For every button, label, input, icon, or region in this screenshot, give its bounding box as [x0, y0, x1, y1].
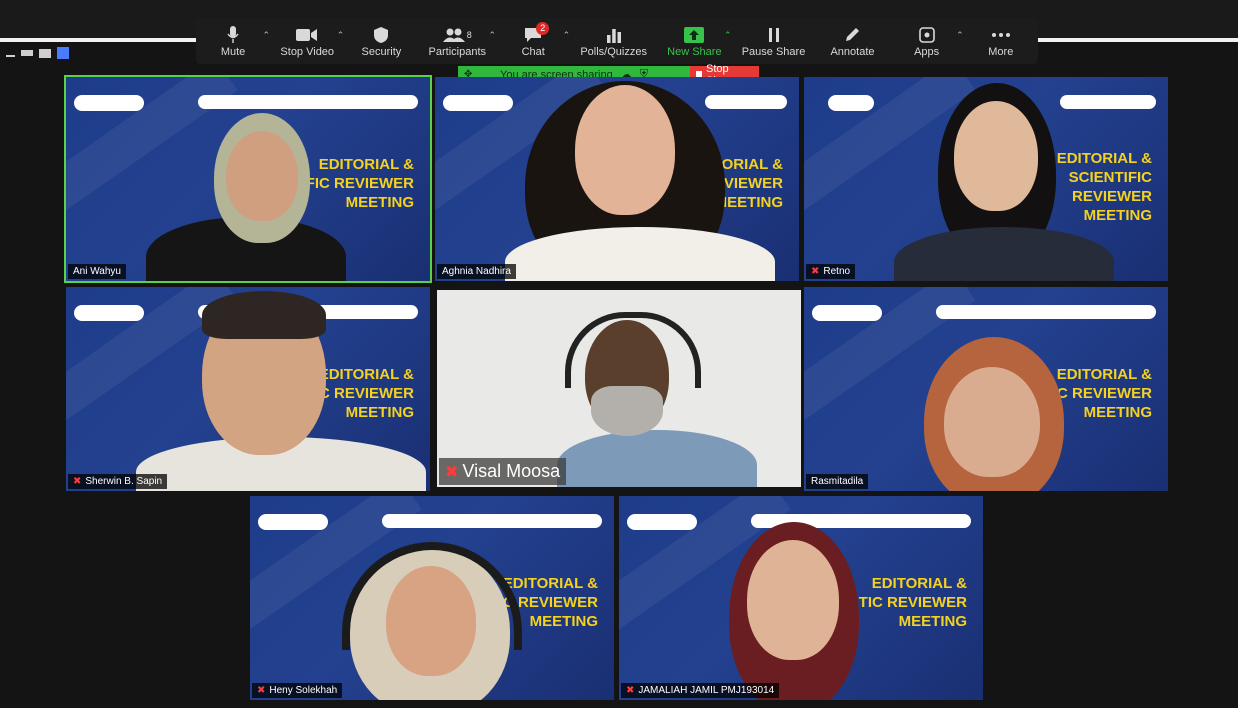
chevron-up-icon[interactable]: ⌃	[488, 30, 496, 41]
share-screen-icon	[684, 24, 705, 46]
meeting-toolbar: Mute ⌃ Stop Video ⌃ Security 8 Participa…	[196, 18, 1038, 64]
supporter-logos	[1060, 95, 1156, 109]
meeting-title: EDITORIAL & FIC REVIEWER MEETING	[305, 156, 414, 211]
new-share-button[interactable]: New Share ⌃	[667, 24, 732, 58]
shield-icon	[373, 24, 389, 46]
video-tile[interactable]: EDITORIAL & FIC REVIEWER MEETING Aghnia …	[435, 77, 799, 281]
participant-name-text: Sherwin B. Sapin	[85, 476, 163, 487]
video-tile[interactable]: EDITORIAL & TIC REVIEWER MEETING ✖ Heny …	[250, 496, 614, 700]
video-tile[interactable]: EDITORIAL & TIC REVIEWER MEETING ✖ JAMAL…	[619, 496, 983, 700]
view-controls[interactable]	[6, 47, 69, 59]
supporter-logos	[705, 95, 787, 109]
new-share-label: New Share	[667, 46, 722, 58]
participants-button[interactable]: 8 Participants ⌃	[428, 24, 496, 58]
participant-name: ✖ Heny Solekhah	[252, 683, 343, 698]
annotate-label: Annotate	[830, 46, 875, 58]
minimize-icon[interactable]	[6, 55, 15, 57]
security-label: Security	[361, 46, 402, 58]
strip-view-icon[interactable]	[21, 50, 33, 56]
pause-icon	[768, 24, 780, 46]
headphones-icon	[342, 542, 522, 650]
participant-name-text: JAMALIAH JAMIL PMJ193014	[638, 685, 775, 696]
video-tile[interactable]: EDITORIAL & SCIENTIFIC REVIEWER MEETING …	[804, 77, 1168, 281]
supporter-logos	[936, 305, 1156, 319]
mute-label: Mute	[220, 46, 246, 58]
video-camera-icon	[296, 24, 318, 46]
participant-name: Ani Wahyu	[68, 264, 126, 279]
gallery-view-icon[interactable]	[57, 47, 69, 59]
more-button[interactable]: More	[974, 24, 1028, 58]
chevron-up-icon[interactable]: ⌃	[563, 30, 571, 41]
muted-microphone-icon: ✖	[257, 685, 266, 696]
organizer-logo	[74, 305, 144, 321]
organizer-logo	[74, 95, 144, 111]
muted-microphone-icon: ✖	[73, 476, 82, 487]
pencil-icon	[844, 24, 860, 46]
participant-name-text: Visal Moosa	[462, 461, 561, 481]
muted-microphone-icon: ✖	[626, 685, 635, 696]
chevron-up-icon[interactable]: ⌃	[956, 30, 964, 41]
video-tile[interactable]: EDITORIAL & FIC REVIEWER MEETING ✖ Sherw…	[66, 287, 430, 491]
organizer-logo	[258, 514, 328, 530]
participant-name: ✖ Sherwin B. Sapin	[68, 474, 168, 489]
organizer-logo	[627, 514, 697, 530]
video-tile[interactable]: EDITORIAL & FIC REVIEWER MEETING Ani Wah…	[64, 75, 432, 283]
participant-name-text: Rasmitadila	[811, 476, 864, 487]
meeting-title: EDITORIAL & SCIENTIFIC REVIEWER MEETING	[1056, 150, 1152, 224]
annotate-button[interactable]: Annotate	[825, 24, 879, 58]
apps-label: Apps	[914, 46, 940, 58]
muted-microphone-icon: ✖	[811, 266, 820, 277]
headphones-icon	[565, 312, 701, 388]
security-button[interactable]: Security	[354, 24, 408, 58]
chevron-up-icon[interactable]: ⌃	[337, 30, 345, 41]
supporter-logos	[382, 514, 602, 528]
organizer-logo	[812, 305, 882, 321]
organizer-logo	[828, 95, 874, 111]
polls-button[interactable]: Polls/Quizzes	[580, 24, 647, 58]
more-label: More	[988, 46, 1014, 58]
stop-video-button[interactable]: Stop Video ⌃	[280, 24, 344, 58]
participant-name-text: Retno	[823, 266, 851, 277]
mute-button[interactable]: Mute ⌃	[206, 24, 270, 58]
chevron-up-icon[interactable]: ⌃	[263, 30, 271, 41]
muted-microphone-icon: ✖	[445, 463, 459, 481]
ellipsis-icon	[991, 24, 1011, 46]
participant-name: ✖ Visal Moosa	[439, 458, 567, 485]
bar-chart-icon	[606, 24, 622, 46]
stop-video-label: Stop Video	[280, 46, 335, 58]
polls-label: Polls/Quizzes	[580, 46, 647, 58]
participants-label: Participants	[428, 46, 487, 58]
chevron-up-icon[interactable]: ⌃	[724, 30, 732, 41]
supporter-logos	[198, 95, 418, 109]
participant-name-text: Ani Wahyu	[73, 266, 121, 277]
participant-name: ✖ Retno	[806, 264, 856, 279]
chat-badge: 2	[536, 22, 550, 35]
pause-share-button[interactable]: Pause Share	[741, 24, 806, 58]
video-tile[interactable]: ✖ Visal Moosa	[437, 290, 801, 487]
participants-icon: 8	[442, 24, 472, 46]
participant-name: ✖ JAMALIAH JAMIL PMJ193014	[621, 683, 780, 698]
chat-label: Chat	[521, 46, 545, 58]
participant-count: 8	[466, 30, 472, 40]
video-tile[interactable]: EDITORIAL & TIC REVIEWER MEETING Rasmita…	[804, 287, 1168, 491]
participant-name: Rasmitadila	[806, 474, 869, 489]
pause-share-label: Pause Share	[741, 46, 806, 58]
speaker-view-icon[interactable]	[39, 48, 51, 58]
participant-name: Aghnia Nadhira	[437, 264, 516, 279]
organizer-logo	[443, 95, 513, 111]
participant-name-text: Heny Solekhah	[269, 685, 338, 696]
microphone-icon	[226, 24, 240, 46]
participant-name-text: Aghnia Nadhira	[442, 266, 511, 277]
apps-button[interactable]: Apps ⌃	[900, 24, 964, 58]
apps-icon	[918, 24, 935, 46]
chat-button[interactable]: 2 Chat ⌃	[506, 22, 570, 58]
meeting-title: EDITORIAL & TIC REVIEWER MEETING	[858, 575, 967, 630]
